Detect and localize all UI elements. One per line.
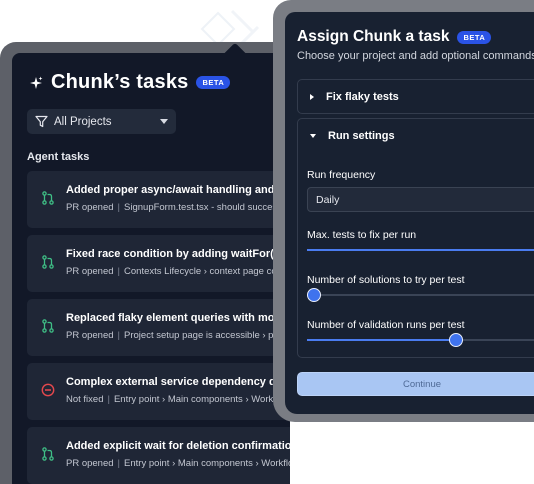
task-detail: Contexts Lifecycle › context page co [124,266,277,277]
project-filter-dropdown[interactable]: All Projects [27,109,176,134]
beta-badge: BETA [457,30,492,44]
task-card[interactable]: Replaced flaky element queries with more… [27,299,290,356]
solutions-label: Number of solutions to try per test [307,274,465,286]
fix-flaky-tests-header[interactable]: Fix flaky tests [298,80,534,113]
filter-icon [35,115,48,128]
task-detail: Entry point › Main components › Workflow… [124,458,290,469]
task-meta: PR opened | Entry point › Main components … [66,458,290,469]
validation-label: Number of validation runs per test [307,319,465,331]
task-status: Not fixed [66,394,104,405]
dialog-title: Assign Chunk a task [297,28,450,45]
task-title: Replaced flaky element queries with more… [66,312,290,324]
slider-thumb[interactable] [307,288,322,302]
fix-flaky-tests-section[interactable]: Fix flaky tests [297,79,534,114]
blocked-icon [41,383,55,397]
task-detail: Project setup page is accessible › pip [124,330,281,341]
chevron-down-icon [160,119,168,124]
slider-track [307,294,534,296]
slider-fill [307,249,534,251]
task-title: Added explicit wait for deletion confirm… [66,440,290,452]
task-detail: SignupForm.test.tsx - should success [124,202,282,213]
tasks-header: Chunk’s tasks BETA [29,71,231,94]
task-card[interactable]: Added proper async/await handling and in… [27,171,290,228]
task-list: Added proper async/await handling and in… [27,171,290,484]
git-pull-request-icon [42,255,54,269]
task-meta: PR opened | SignupForm.test.tsx - should s… [66,202,282,213]
task-meta: Not fixed | Entry point › Main components … [66,394,278,405]
run-frequency-value: Daily [316,194,340,206]
git-pull-request-icon [42,319,54,333]
task-meta: PR opened | Project setup page is accessib… [66,330,281,341]
task-meta: PR opened | Contexts Lifecycle › context p… [66,266,277,277]
max-tests-label: Max. tests to fix per run [307,229,417,241]
project-filter-value: All Projects [54,115,112,128]
solutions-slider[interactable] [307,288,534,302]
max-tests-slider[interactable] [307,243,534,257]
task-card[interactable]: Added explicit wait for deletion confirm… [27,427,290,484]
task-title: Complex external service dependency dete [66,376,290,388]
run-settings-label: Run settings [328,129,395,142]
task-status: PR opened [66,202,114,213]
task-status: PR opened [66,266,114,277]
dialog-subtitle: Choose your project and add optional com… [297,50,534,62]
run-frequency-select[interactable]: Daily [307,187,534,212]
beta-badge: BETA [196,76,231,89]
tasks-panel: Chunk’s tasks BETA All Projects Agent ta… [12,53,290,484]
run-frequency-label: Run frequency [307,169,376,181]
task-card[interactable]: Complex external service dependency dete… [27,363,290,420]
git-pull-request-icon [42,447,54,461]
page-title: Chunk’s tasks [51,71,189,93]
validation-slider[interactable] [307,333,534,347]
git-pull-request-icon [42,191,54,205]
assign-task-dialog: Assign Chunk a task BETA Choose your pro… [285,12,534,414]
run-settings-header[interactable]: Run settings [298,119,534,152]
task-detail: Entry point › Main components › Workfl [113,394,278,405]
continue-button[interactable]: Continue [297,372,534,396]
task-title: Added proper async/await handling and in… [66,184,290,196]
task-title: Fixed race condition by adding waitFor()… [66,248,290,260]
task-status: PR opened [66,458,114,469]
dialog-header: Assign Chunk a task BETA [297,28,492,46]
fix-flaky-tests-label: Fix flaky tests [326,90,399,103]
sparkle-icon [30,76,43,89]
slider-thumb[interactable] [448,333,463,347]
slider-fill [307,339,456,341]
task-status: PR opened [66,330,114,341]
chevron-right-icon [310,93,314,100]
chevron-down-icon [310,133,316,138]
agent-tasks-heading: Agent tasks [27,151,90,163]
task-card[interactable]: Fixed race condition by adding waitFor()… [27,235,290,292]
